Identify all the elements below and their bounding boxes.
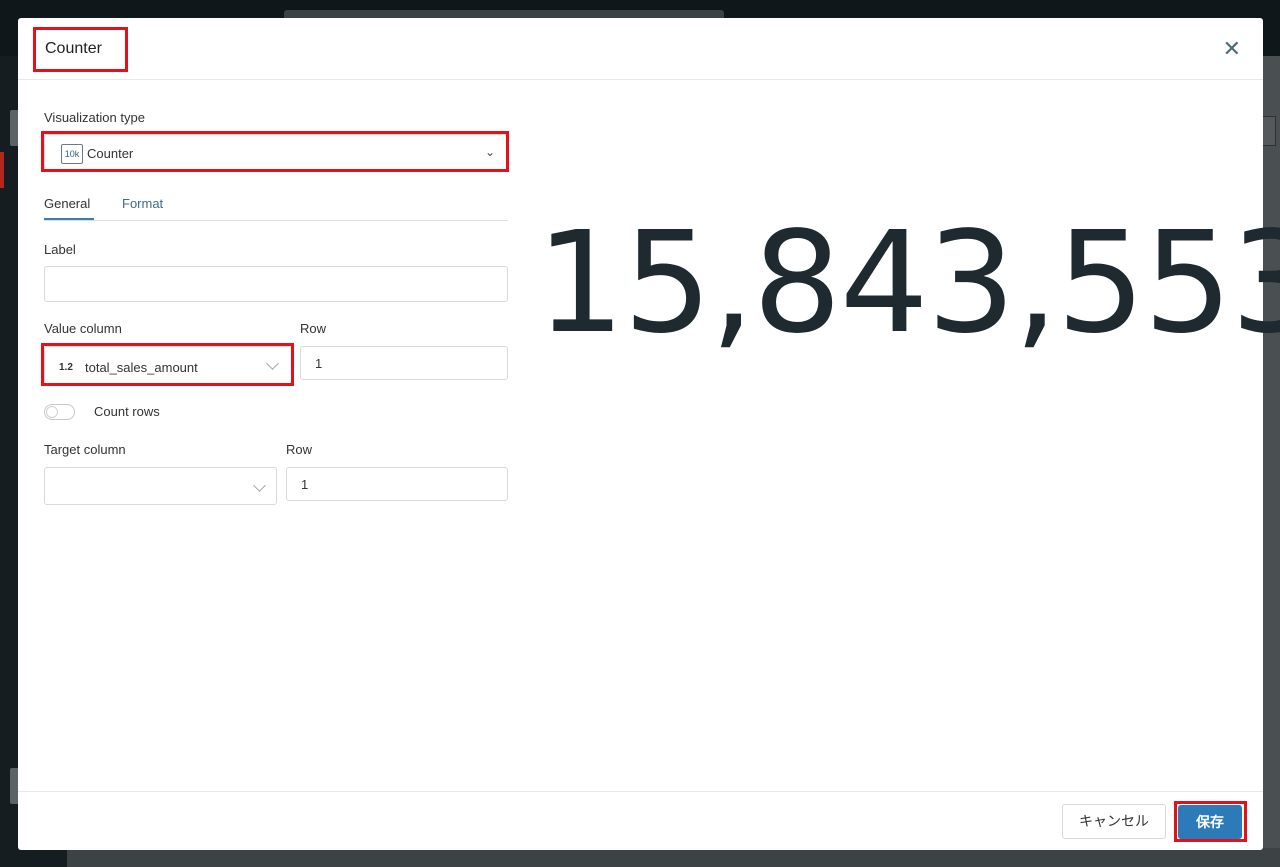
visualization-type-highlight-box <box>41 131 509 172</box>
target-column-label: Target column <box>44 442 126 457</box>
count-rows-label: Count rows <box>94 404 160 419</box>
target-column-select[interactable] <box>44 467 277 505</box>
value-row-input[interactable] <box>300 346 508 380</box>
target-row-input[interactable] <box>286 467 508 501</box>
value-row-label: Row <box>300 321 327 336</box>
dialog-header: Counter ✕ <box>18 18 1263 80</box>
cancel-button[interactable]: キャンセル <box>1062 804 1166 839</box>
background-bottom-bar <box>67 848 1280 867</box>
save-button-highlight-box <box>1174 801 1247 842</box>
chevron-down-icon <box>253 479 266 492</box>
background-right-button <box>1262 116 1276 146</box>
visualization-type-label: Visualization type <box>44 110 145 125</box>
active-tab-indicator <box>44 218 94 220</box>
editor-tabs: General Format <box>44 190 508 221</box>
label-field-label: Label <box>44 242 76 257</box>
tab-general[interactable]: General <box>44 196 90 211</box>
target-row-label: Row <box>286 442 313 457</box>
label-input[interactable] <box>44 266 508 302</box>
background-sidebar-active-marker <box>0 152 4 188</box>
value-column-label: Value column <box>44 321 122 336</box>
visualization-editor-dialog: Counter ✕ Visualization type 10k Counter… <box>18 18 1280 850</box>
close-icon[interactable]: ✕ <box>1223 38 1241 60</box>
value-column-highlight-box <box>41 343 294 386</box>
tab-format[interactable]: Format <box>122 196 163 211</box>
toggle-knob <box>46 406 58 418</box>
counter-preview-value: 15,843,553 <box>536 202 1280 365</box>
count-rows-toggle[interactable] <box>44 404 75 420</box>
title-highlight-box <box>33 27 128 72</box>
